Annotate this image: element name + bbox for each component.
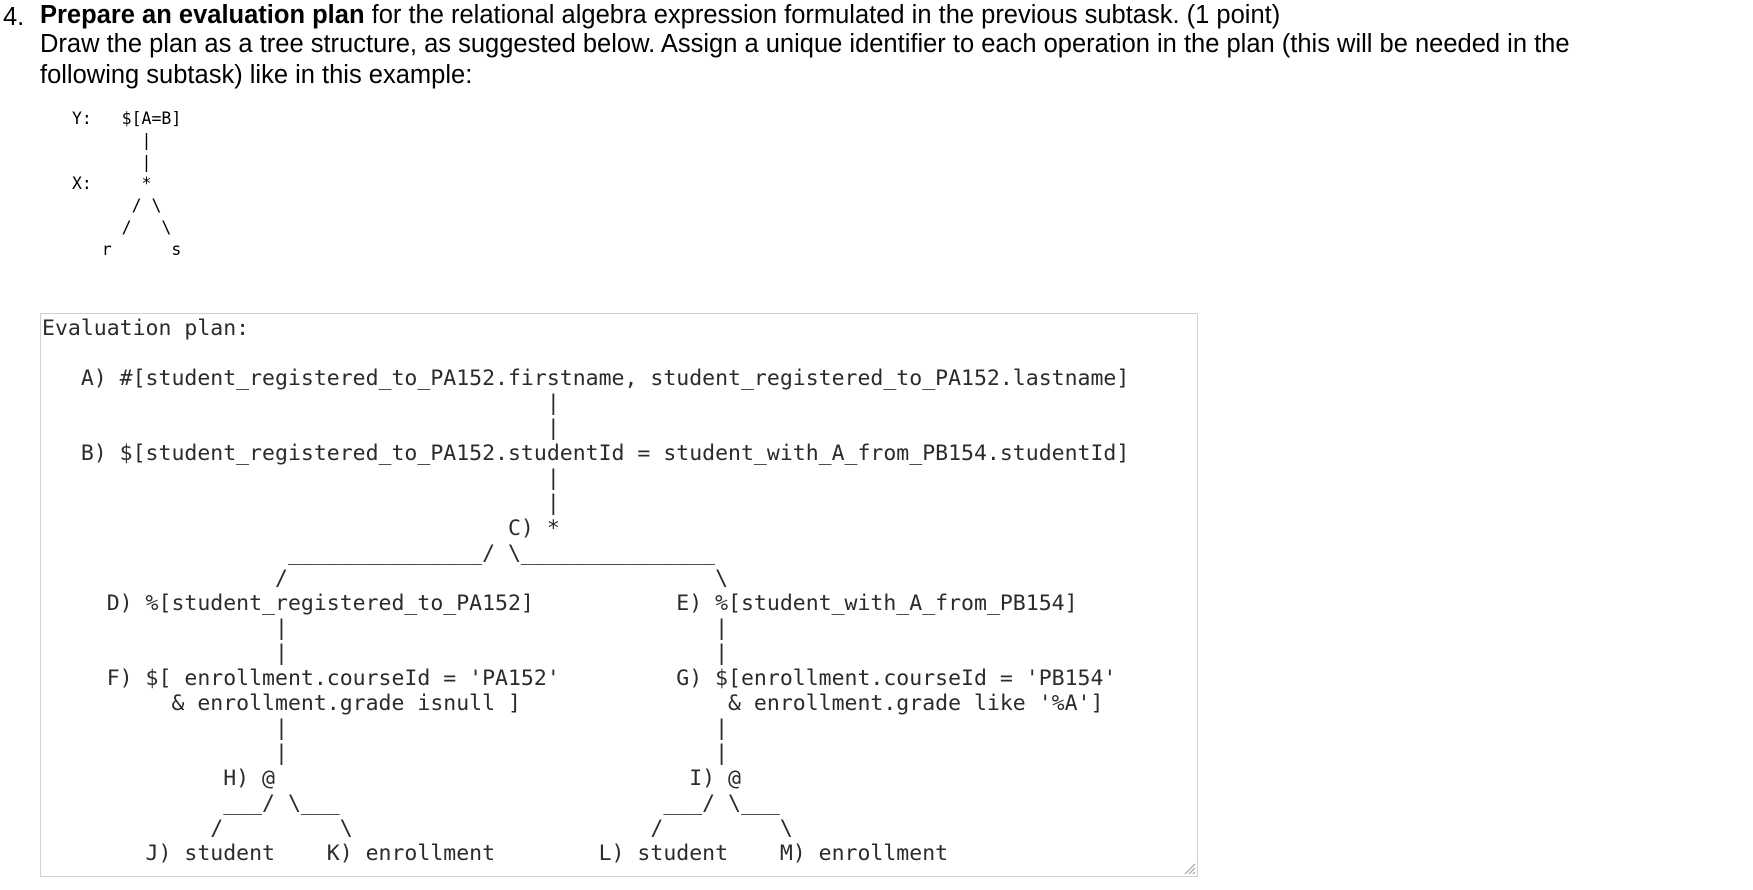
question-title-bold: Prepare an evaluation plan: [40, 1, 365, 29]
answer-textarea[interactable]: Evaluation plan: A) #[student_registered…: [40, 313, 1198, 877]
example-plan-tree: Y: $[A=B] | | X: * / \ / \ r s: [72, 109, 182, 259]
question-number: 4.: [3, 3, 25, 31]
question-block: 4. Prepare an evaluation plan for the re…: [0, 0, 1753, 890]
answer-text[interactable]: Evaluation plan: A) #[student_registered…: [42, 316, 1129, 866]
resize-handle-icon[interactable]: [1182, 861, 1196, 875]
question-description-line2: following subtask) like in this example:: [40, 61, 473, 89]
question-title: Prepare an evaluation plan for the relat…: [40, 0, 1280, 30]
question-description-line1: Draw the plan as a tree structure, as su…: [40, 30, 1570, 58]
question-title-rest: for the relational algebra expression fo…: [364, 1, 1281, 29]
